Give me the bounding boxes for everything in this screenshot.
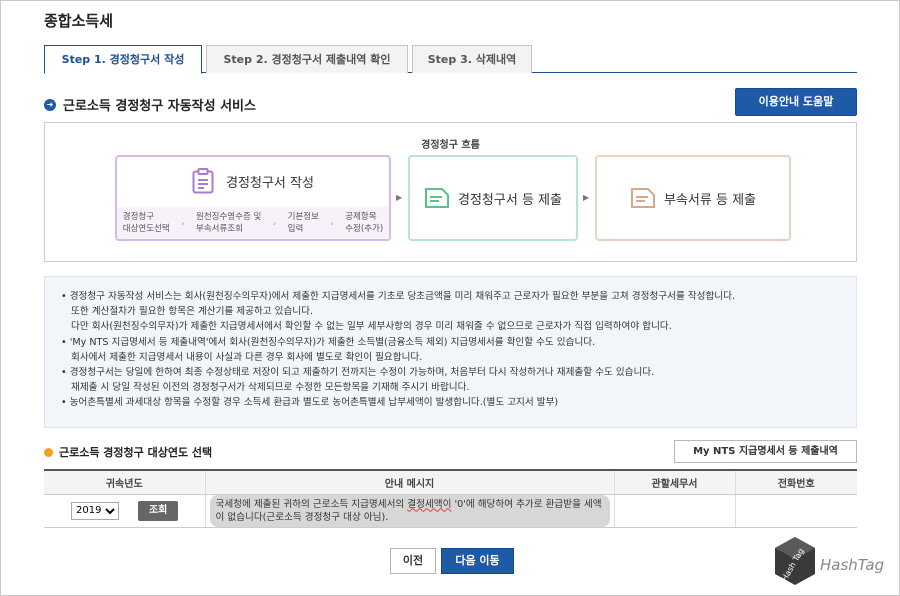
next-button[interactable]: 다음 이동 [441, 548, 514, 574]
header-tax-office: 관할세무서 [613, 470, 735, 495]
year-table: 귀속년도 안내 메시지 관할세무서 전화번호 2019 조회 국세청에 제출된 … [44, 469, 857, 528]
flow-arrow-icon: ▶ [396, 193, 403, 202]
section-header: ➜ 근로소득 경정청구 자동작성 서비스 [44, 95, 256, 114]
my-nts-button[interactable]: My NTS 지급명세서 등 제출내역 [674, 440, 857, 463]
arrow-circle-icon: ➜ [44, 98, 56, 111]
flow-substeps: 경정청구 대상연도선택 › 원천징수영수증 및 부속서류조회 › 기본정보 입력 › … [117, 207, 389, 239]
phone-cell [734, 494, 857, 528]
info-line: 재제출 시 당일 작성된 이전의 경정청구서가 삭제되므로 수정한 모든항목을 … [71, 382, 470, 394]
substep-1: 경정청구 대상연도선택 [122, 212, 170, 234]
tab-step2[interactable]: Step 2. 경정청구서 제출내역 확인 [206, 45, 408, 73]
flow-card-submit-title: 경정청구서 등 제출 [458, 192, 562, 208]
watermark-text: HashTag [820, 556, 885, 574]
table-row: 2019 조회 국세청에 제출된 귀하의 근로소득 지급명세서의 결정세액이 '… [44, 494, 857, 528]
flow-card-attach-title: 부속서류 등 제출 [664, 192, 756, 208]
step-tabs: Step 1. 경정청구서 작성 Step 2. 경정청구서 제출내역 확인 S… [44, 45, 857, 74]
clipboard-icon [192, 168, 214, 194]
info-line: 다만 회사(원천징수의무자)가 제출한 지급명세서에서 확인할 수 없는 일부 … [71, 321, 672, 333]
hashtag-logo-icon: Hash Tag [775, 537, 815, 585]
chevron-right-icon: › [330, 218, 334, 228]
info-line: • 경정청구서는 당일에 한하여 최종 수정상태로 저장이 되고 제출하기 전까… [61, 367, 655, 379]
tab-step1[interactable]: Step 1. 경정청구서 작성 [44, 45, 202, 74]
section-title: 근로소득 경정청구 자동작성 서비스 [63, 99, 256, 114]
help-button[interactable]: 이용안내 도움말 [735, 88, 857, 116]
flow-label: 경정청구 흐름 [421, 140, 480, 151]
flow-card-submit: 경정청구서 등 제출 [408, 155, 578, 241]
info-line: • 경정청구 자동작성 서비스는 회사(원천징수의무자)에서 제출한 지급명세서… [61, 291, 735, 302]
flow-card-write: 경정청구서 작성 경정청구 대상연도선택 › 원천징수영수증 및 부속서류조회 › … [115, 155, 391, 241]
bullet-icon [44, 447, 53, 457]
substep-4: 공제항목 수정(추가) [345, 212, 384, 234]
header-year: 귀속년도 [44, 470, 205, 495]
header-message: 안내 메시지 [204, 470, 614, 495]
tax-office-cell [613, 494, 735, 528]
document-icon [425, 188, 450, 208]
header-phone: 전화번호 [734, 470, 857, 495]
tab-step3[interactable]: Step 3. 삭제내역 [412, 45, 532, 73]
substep-2: 원천징수영수증 및 부속서류조회 [196, 212, 262, 234]
page-title: 종합소득세 [44, 12, 114, 30]
lookup-button[interactable]: 조회 [138, 500, 179, 521]
year-select[interactable]: 2019 [71, 501, 119, 520]
info-box: • 경정청구 자동작성 서비스는 회사(원천징수의무자)에서 제출한 지급명세서… [44, 276, 857, 428]
info-line: 회사에서 제출한 지급명세서 내용이 사실과 다른 경우 회사에 별도로 확인이… [71, 351, 423, 363]
flow-card-write-title: 경정청구서 작성 [226, 175, 314, 191]
prev-button[interactable]: 이전 [390, 548, 436, 574]
year-section-title: 근로소득 경정청구 대상연도 선택 [59, 446, 213, 459]
document-icon [631, 188, 655, 208]
year-cell: 2019 조회 [44, 494, 205, 528]
flow-arrow-icon: ▶ [583, 193, 590, 202]
info-line: 또한 계산절차가 필요한 항목은 계산기를 제공하고 있습니다. [71, 306, 314, 318]
substep-3: 기본정보 입력 [287, 212, 319, 234]
flow-card-attach: 부속서류 등 제출 [595, 155, 791, 241]
guide-message: 국세청에 제출된 귀하의 근로소득 지급명세서의 결정세액이 '0'에 해당하여… [209, 494, 610, 527]
chevron-right-icon: › [272, 218, 277, 228]
info-line: • 'My NTS 지급명세서 등 제출내역'에서 회사(원천징수의무자)가 제… [61, 336, 596, 348]
info-line: • 농어촌특별세 과세대상 항목을 수정할 경우 소득세 환급과 별도로 농어촌… [61, 397, 559, 409]
message-cell: 국세청에 제출된 귀하의 근로소득 지급명세서의 결정세액이 '0'에 해당하여… [204, 494, 614, 528]
year-section-header: 근로소득 경정청구 대상연도 선택 [44, 444, 212, 460]
flow-box: 경정청구 흐름 경정청구서 작성 경정청구 대상연도선택 › 원천징수영수증 및부… [44, 122, 857, 262]
chevron-right-icon: › [181, 218, 185, 228]
